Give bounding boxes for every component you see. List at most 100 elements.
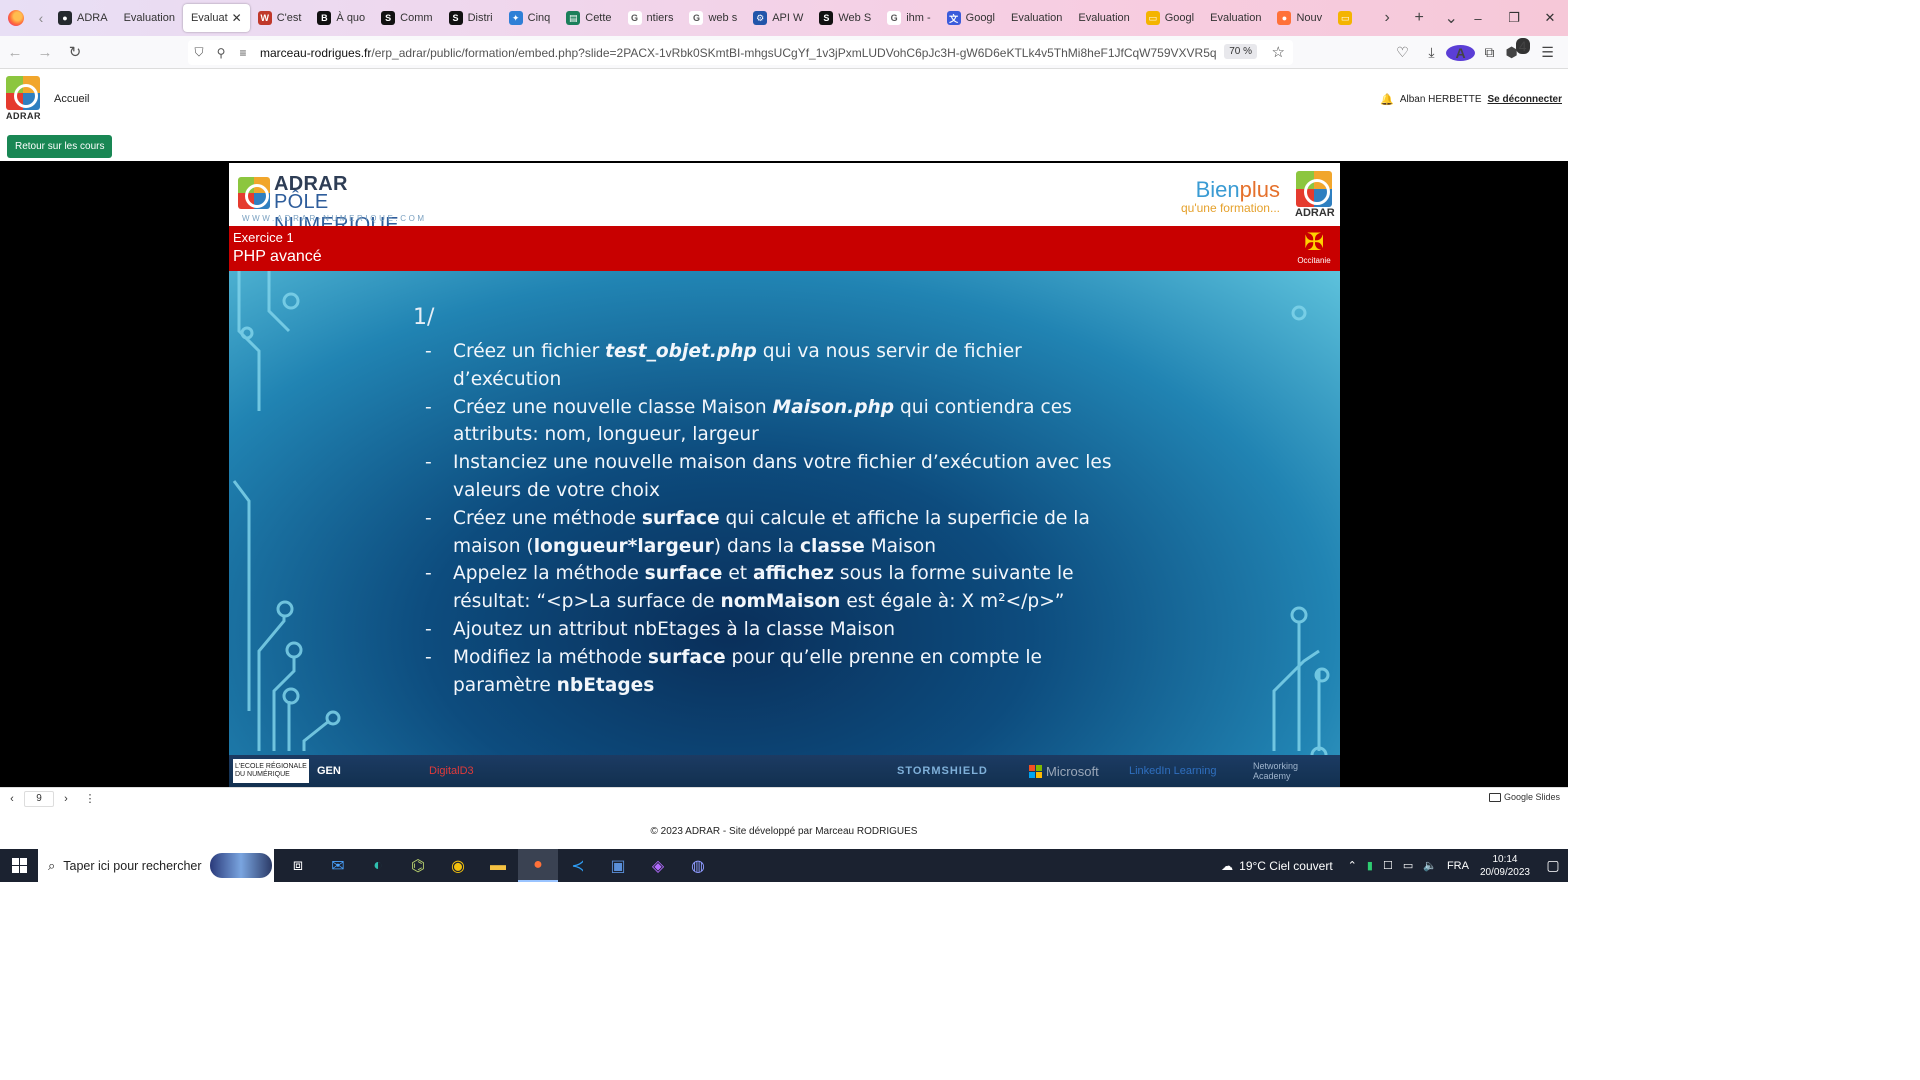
back-icon[interactable]: ← [0, 44, 30, 61]
browser-tab[interactable]: Evaluation [1202, 4, 1269, 32]
tab-label: Evaluat [190, 12, 228, 24]
task-view-icon[interactable]: ⧈ [278, 849, 318, 882]
discord-icon[interactable]: ◍ [678, 849, 718, 882]
taskbar-search[interactable]: ⌕ Taper ici pour rechercher [38, 849, 274, 882]
bell-icon[interactable]: 🔔 [1380, 93, 1394, 106]
exercise-item: - Instanciez une nouvelle maison dans vot… [413, 449, 1133, 505]
tab-label: C'est [276, 12, 302, 24]
weather-widget[interactable]: ☁ 19°C Ciel couvert [1221, 859, 1333, 873]
tab-label: web s [708, 12, 738, 24]
exercise-title: PHP avancé [233, 248, 322, 265]
shield-icon[interactable]: ⛉ [188, 45, 210, 60]
user-name: Alban HERBETTE [1399, 94, 1482, 105]
browser-tab[interactable]: ▭ [1330, 4, 1365, 32]
text-segment: et [722, 563, 753, 585]
bullet-dash: - [425, 646, 432, 668]
adrar-logo-right: ADRAR [1295, 171, 1335, 219]
pocket-icon[interactable]: ♡ [1388, 44, 1417, 61]
more-options-icon[interactable]: ⋮ [78, 792, 102, 805]
file-explorer-icon[interactable]: ▬ [478, 849, 518, 882]
text-segment: Ajoutez un attribut nbEtages à la classe… [453, 618, 896, 640]
extensions-icon[interactable]: ⧉ [1475, 44, 1504, 61]
clock[interactable]: 10:14 20/09/2023 [1480, 853, 1530, 879]
forward-icon[interactable]: → [30, 44, 60, 61]
google-icon: G [887, 11, 902, 25]
browser-tab[interactable]: Gihm - [879, 4, 938, 32]
url-text[interactable]: marceau-rodrigues.fr/erp_adrar/public/fo… [260, 46, 1220, 60]
url-bar[interactable]: ⛉ ⚲ ≡ marceau-rodrigues.fr/erp_adrar/pub… [188, 40, 1293, 65]
chrome-icon[interactable]: ◉ [438, 849, 478, 882]
permissions-icon[interactable]: ⚲ [210, 46, 232, 60]
edge-icon[interactable]: ◐ [358, 849, 398, 882]
zoom-level-badge[interactable]: 70 % [1224, 44, 1257, 59]
api-icon: ⚙ [753, 11, 768, 25]
restore-icon[interactable]: ❐ [1496, 10, 1532, 26]
onedrive-icon[interactable]: ☐ [1383, 859, 1393, 872]
browser-tab[interactable]: Evaluation [1003, 4, 1070, 32]
text-segment: Créez un fichier [453, 341, 606, 362]
firefox-icon [8, 10, 24, 26]
browser-tab[interactable]: ⚙ API W [745, 4, 811, 32]
addon-icon[interactable]: ⬢4 [1504, 38, 1533, 61]
exercise-content: 1/ - Créez un fichier test_objet.php qui … [413, 305, 1133, 699]
vscode-icon[interactable]: ≺ [558, 849, 598, 882]
browser-tab[interactable]: S Web S [811, 4, 879, 32]
text-segment: est égale à: X m²</p>” [840, 591, 1065, 613]
language-indicator[interactable]: FRA [1447, 860, 1469, 872]
app-menu-icon[interactable]: ☰ [1533, 44, 1562, 61]
tab-label: Cinq [527, 12, 551, 24]
browser-tab[interactable]: Evaluat ✕ [182, 4, 250, 32]
tab-scroll-right-icon[interactable]: › [1371, 9, 1403, 27]
game-icon[interactable]: ◈ [638, 849, 678, 882]
account-icon[interactable]: A [1446, 44, 1475, 61]
reload-icon[interactable]: ↻ [60, 43, 90, 61]
browser-tab[interactable]: Gweb s [681, 4, 745, 32]
slide-page-number[interactable]: 9 [24, 790, 54, 807]
previous-slide-icon[interactable]: ‹ [0, 793, 24, 805]
browser-tab[interactable]: 文 Googl [939, 4, 1003, 32]
occitanie-logo: ✠ Occitanie [1297, 229, 1331, 266]
downloads-icon[interactable]: ⤓ [1417, 44, 1446, 61]
exercise-item-text: Ajoutez un attribut nbEtages à la classe… [453, 616, 895, 644]
s-icon: S [819, 11, 834, 25]
next-slide-icon[interactable]: › [54, 793, 78, 805]
network-icon[interactable]: ▭ [1403, 859, 1413, 872]
browser-tab[interactable]: ● Nouv [1269, 4, 1330, 32]
exercise-item-text: Créez un fichier test_objet.php qui va n… [453, 338, 1133, 394]
notifications-icon[interactable]: ▢ [1538, 857, 1568, 874]
browser-tab[interactable]: B À quo [309, 4, 373, 32]
minimize-icon[interactable]: – [1460, 11, 1496, 26]
app-icon[interactable]: ⌬ [398, 849, 438, 882]
firefox-menu-button[interactable] [0, 0, 32, 36]
dev-tool-icon[interactable]: ▣ [598, 849, 638, 882]
browser-tab[interactable]: Evaluation [1070, 4, 1137, 32]
browser-tab[interactable]: ✦ Cinq [501, 4, 559, 32]
logout-link[interactable]: Se déconnecter [1488, 94, 1562, 105]
google-slides-link[interactable]: Google Slides [1488, 792, 1560, 802]
tray-chevron-icon[interactable]: ⌃ [1348, 859, 1357, 872]
back-to-courses-button[interactable]: Retour sur les cours [7, 135, 113, 158]
tab-scroll-left-icon[interactable]: ‹ [32, 10, 50, 26]
start-button[interactable] [0, 858, 38, 873]
browser-tab[interactable]: ▭ Googl [1138, 4, 1202, 32]
close-tab-icon[interactable]: ✕ [232, 11, 242, 25]
close-window-icon[interactable]: ✕ [1532, 10, 1568, 26]
browser-tab[interactable]: S Comm [373, 4, 440, 32]
browser-tab[interactable]: W C'est [250, 4, 310, 32]
browser-tab[interactable]: ▤ Cette [558, 4, 619, 32]
browser-tab[interactable]: S Distri [441, 4, 501, 32]
site-info-icon[interactable]: ≡ [232, 46, 254, 60]
gen-logo: GEN [317, 765, 341, 777]
browser-tab[interactable]: ● ADRA [50, 4, 116, 32]
new-tab-icon[interactable]: + [1403, 9, 1435, 27]
volume-icon[interactable]: 🔈 [1423, 859, 1437, 872]
adrar-logo[interactable]: ADRAR [6, 76, 42, 124]
window-controls: – ❐ ✕ [1460, 0, 1568, 36]
mail-icon[interactable]: ✉ [318, 849, 358, 882]
battery-icon[interactable]: ▮ [1367, 859, 1373, 872]
browser-tab[interactable]: Evaluation [116, 4, 183, 32]
bookmark-star-icon[interactable]: ☆ [1272, 43, 1285, 61]
browser-tab[interactable]: Gntiers [620, 4, 682, 32]
firefox-taskbar-icon[interactable]: ● [518, 849, 558, 882]
home-link[interactable]: Accueil [54, 93, 89, 105]
